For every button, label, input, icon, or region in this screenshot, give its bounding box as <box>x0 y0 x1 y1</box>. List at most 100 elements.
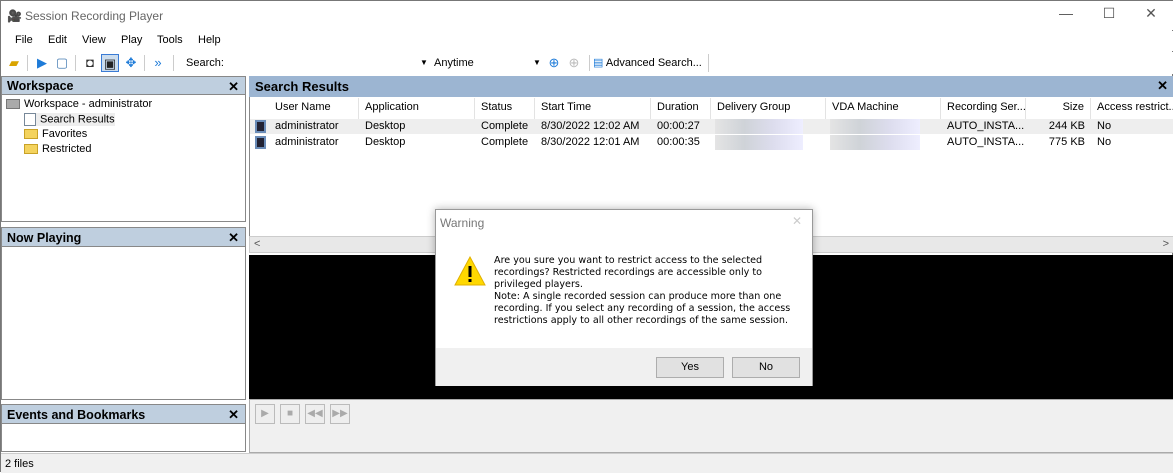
cell-user-name: administrator <box>275 120 339 132</box>
close-button[interactable]: ✕ <box>1131 5 1171 25</box>
recording-icon <box>255 136 266 149</box>
redacted-cell <box>830 119 920 134</box>
tree-item-label: Search Results <box>40 113 115 126</box>
playback-controls <box>249 399 1173 453</box>
dialog-title: Warning <box>440 216 485 230</box>
close-icon[interactable]: ✕ <box>228 407 239 423</box>
column-header-start-time[interactable]: Start Time <box>535 98 651 119</box>
close-icon[interactable]: ✕ <box>228 79 239 95</box>
window-title: Session Recording Player <box>25 9 164 23</box>
column-header-user-name[interactable]: User Name <box>269 98 359 119</box>
stop-icon[interactable]: ■ <box>280 404 300 424</box>
column-header-vda-machine[interactable]: VDA Machine <box>826 98 941 119</box>
open-folder-icon[interactable]: ▰ <box>5 54 23 72</box>
fit-screen-icon[interactable]: ▣ <box>101 54 119 72</box>
cell-access-restricted: No <box>1097 136 1112 148</box>
cell-recording-server: AUTO_INSTA... <box>947 136 1025 148</box>
menu-edit[interactable]: Edit <box>48 34 67 46</box>
fast-forward-icon[interactable]: ▶▶ <box>330 404 350 424</box>
search-label: Search: <box>186 54 224 72</box>
cell-size: 244 KB <box>1048 120 1085 132</box>
tree-item-favorites[interactable]: Favorites <box>24 128 87 140</box>
binoculars-disabled-icon: ⊕ <box>568 55 580 70</box>
close-icon[interactable]: ✕ <box>1157 78 1168 94</box>
chevron-down-icon[interactable]: ▼ <box>420 54 428 72</box>
maximize-button[interactable]: ☐ <box>1089 5 1129 25</box>
dialog-message: Are you sure you want to restrict access… <box>494 255 794 327</box>
status-text: 2 files <box>5 458 34 470</box>
column-header-delivery-group[interactable]: Delivery Group <box>711 98 826 119</box>
events-header: Events and Bookmarks ✕ <box>1 404 246 424</box>
chevron-down-icon: ▼ <box>533 58 541 67</box>
events-body <box>1 424 246 452</box>
dialog-button-area: Yes No <box>436 348 812 386</box>
workspace-panel: Workspace ✕ Workspace - administrator Sea… <box>1 76 246 222</box>
events-panel: Events and Bookmarks ✕ <box>1 404 246 452</box>
menu-file[interactable]: File <box>15 34 33 46</box>
time-filter-select[interactable]: Anytime ▼ <box>434 54 544 72</box>
search-results-icon <box>24 113 36 126</box>
rewind-icon[interactable]: ◀◀ <box>305 404 325 424</box>
play-icon[interactable]: ▶ <box>255 404 275 424</box>
binoculars-icon[interactable]: ⊕ <box>545 54 563 72</box>
folder-icon <box>24 129 38 140</box>
yes-button[interactable]: Yes <box>656 357 724 378</box>
pan-icon[interactable]: ✥ <box>122 54 140 72</box>
minimize-button[interactable]: — <box>1046 5 1086 25</box>
advanced-search-button[interactable]: ▤ Advanced Search... <box>593 54 709 72</box>
time-filter-value: Anytime <box>434 57 474 69</box>
play-icon[interactable]: ▶ <box>33 54 51 72</box>
column-header-application[interactable]: Application <box>359 98 475 119</box>
tree-root-label: Workspace - administrator <box>24 98 153 110</box>
workspace-header: Workspace ✕ <box>1 76 246 95</box>
workspace-icon <box>6 99 20 110</box>
cell-recording-server: AUTO_INSTA... <box>947 120 1025 132</box>
tree-item-restricted[interactable]: Restricted <box>24 143 92 155</box>
dialog-note-text: Note: A single recorded session can prod… <box>494 291 791 326</box>
recording-icon <box>255 120 266 133</box>
tree-item-search-results[interactable]: Search Results <box>24 113 115 126</box>
cell-status: Complete <box>481 120 529 132</box>
tree-root[interactable]: Workspace - administrator <box>6 98 152 110</box>
app-icon: 🎥 <box>7 9 22 23</box>
column-header-duration[interactable]: Duration <box>651 98 711 119</box>
title-bar: 🎥 Session Recording Player — ☐ ✕ <box>1 1 1173 30</box>
search-input[interactable] <box>223 54 423 72</box>
seek-icon[interactable]: ◘ <box>81 54 99 72</box>
menu-play[interactable]: Play <box>121 34 142 46</box>
cell-start-time: 8/30/2022 12:02 AM <box>541 120 640 132</box>
window-icon[interactable]: ▢ <box>53 54 71 72</box>
workspace-tree: Workspace - administrator Search Results… <box>1 95 246 222</box>
scroll-right-icon[interactable]: > <box>1163 238 1169 250</box>
now-playing-panel: Now Playing ✕ <box>1 227 246 400</box>
redacted-cell <box>715 119 803 134</box>
menu-tools[interactable]: Tools <box>157 34 183 46</box>
redacted-cell <box>830 135 920 150</box>
now-playing-header: Now Playing ✕ <box>1 227 246 247</box>
status-bar: 2 files <box>1 453 1173 473</box>
cell-start-time: 8/30/2022 12:01 AM <box>541 136 640 148</box>
column-header-status[interactable]: Status <box>475 98 535 119</box>
no-button[interactable]: No <box>732 357 800 378</box>
fast-forward-icon[interactable]: » <box>149 54 167 72</box>
now-playing-title: Now Playing <box>7 231 82 245</box>
menu-view[interactable]: View <box>82 34 106 46</box>
cell-duration: 00:00:35 <box>657 136 700 148</box>
cell-user-name: administrator <box>275 136 339 148</box>
events-title: Events and Bookmarks <box>7 408 146 422</box>
search-results-title: Search Results <box>255 79 349 94</box>
close-icon[interactable]: ✕ <box>228 230 239 246</box>
column-header-size[interactable]: Size <box>1026 98 1091 119</box>
scroll-left-icon[interactable]: < <box>254 238 260 250</box>
search-results-header: Search Results ✕ <box>249 76 1173 97</box>
now-playing-body <box>1 247 246 400</box>
advanced-search-label: Advanced Search... <box>605 57 702 69</box>
column-header-access-restricted[interactable]: Access restrict... <box>1091 98 1173 119</box>
menu-help[interactable]: Help <box>198 34 221 46</box>
dialog-close-button[interactable]: ✕ <box>792 214 802 228</box>
column-header-recording-server[interactable]: Recording Ser... <box>941 98 1026 119</box>
menu-bar: File Edit View Play Tools Help <box>1 31 1173 51</box>
toolbar: ▰ ▶ ▢ ◘ ▣ ✥ » Search: ▼ Anytime ▼ ⊕ ⊕ ▤ A… <box>1 52 1173 74</box>
tree-item-label: Restricted <box>42 143 92 155</box>
advanced-search-icon: ▤ <box>593 57 604 69</box>
